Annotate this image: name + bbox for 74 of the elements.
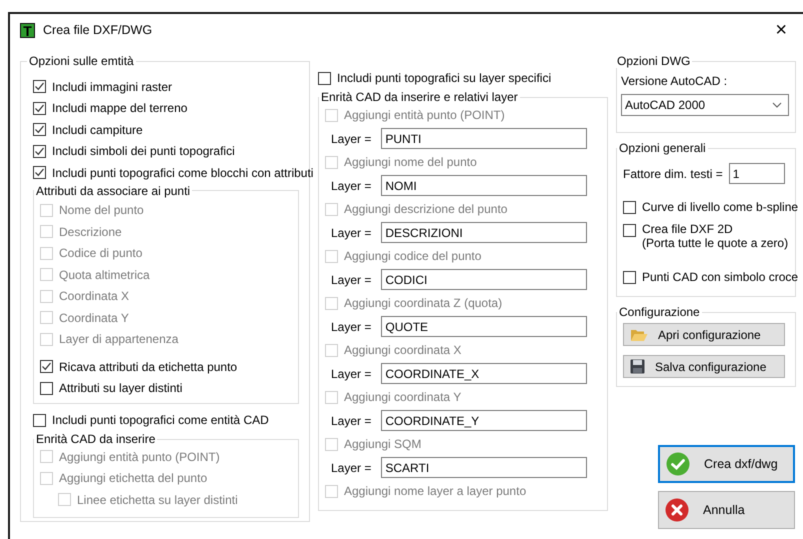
checkbox-label: Attributi su layer distinti <box>59 381 182 396</box>
checkbox-label: Aggiungi nome layer a layer punto <box>344 484 526 498</box>
group-title: Opzioni generali <box>618 141 707 155</box>
layer-label: Layer = <box>331 226 372 240</box>
version-dropdown[interactable]: AutoCAD 2000 <box>621 94 789 116</box>
group-title: Enrità CAD da inserire e relativi layer <box>320 90 519 104</box>
checkbox[interactable] <box>33 102 46 115</box>
checkbox-label: Descrizione <box>59 224 122 239</box>
layer-label: Layer = <box>331 320 372 334</box>
chevron-down-icon <box>772 102 782 108</box>
layer-label: Layer = <box>331 178 372 192</box>
close-button[interactable]: × <box>769 20 793 40</box>
checkbox-label: Aggiungi coordinata Y <box>344 390 462 404</box>
checkbox[interactable] <box>623 200 636 214</box>
checkbox[interactable] <box>33 80 46 94</box>
checkbox-label: Includi punti topografici su layer specifici <box>337 71 552 85</box>
version-label: Versione AutoCAD : <box>621 74 728 88</box>
layer-label: Layer = <box>331 460 372 474</box>
checkbox-label: Aggiungi codice del punto <box>344 249 482 263</box>
group-title: Enrità CAD da inserire <box>35 432 156 446</box>
checkbox-note: (Porta tutte le quote a zero) <box>642 236 788 250</box>
checkbox-label: Punti CAD con simbolo croce <box>642 270 798 284</box>
checkbox[interactable] <box>318 72 331 84</box>
checkbox-label: Quota altimetrica <box>59 268 150 282</box>
configuration-button[interactable]: Apri configurazione <box>623 323 785 346</box>
checkbox-label: Aggiungi SQM <box>344 437 422 451</box>
factor-label: Fattore dim. testi = <box>623 166 723 180</box>
configuration-button[interactable]: Salva configurazione <box>623 355 785 378</box>
layer-label: Layer = <box>331 272 372 286</box>
checkbox-label: Linee etichetta su layer distinti <box>77 492 238 507</box>
window-title: Crea file DXF/DWG <box>43 23 154 37</box>
checkbox-label: Includi punti topografici come entità CAD <box>52 413 269 427</box>
checkbox[interactable] <box>33 123 46 136</box>
checkbox[interactable] <box>40 360 53 374</box>
checkbox-label: Includi punti topografici come blocchi con attributi <box>52 166 314 180</box>
checkbox-label: Coordinata Y <box>59 310 129 325</box>
checkbox-label: Includi simboli dei punti topografici <box>52 144 235 158</box>
checkbox-label: Layer di appartenenza <box>59 332 178 346</box>
checkbox-label: Ricava attributi da etichetta punto <box>59 360 238 374</box>
checkbox-label: Curve di livello come b-spline <box>642 200 798 214</box>
checkbox-label: Aggiungi nome del punto <box>344 155 477 169</box>
close-circle-icon <box>665 498 689 522</box>
checkbox-label: Crea file DXF 2D <box>642 222 734 236</box>
cancel-button[interactable]: Annulla <box>658 491 795 529</box>
checkbox-label: Aggiungi coordinata Z (quota) <box>344 296 502 310</box>
checkbox-label: Codice di punto <box>59 246 142 260</box>
checkbox[interactable] <box>33 166 46 180</box>
checkbox[interactable] <box>623 224 636 237</box>
checkbox[interactable] <box>33 414 46 426</box>
group-title: Attributi da associare ai punti <box>35 184 192 198</box>
checkbox-label: Aggiungi entità punto (POINT) <box>344 108 505 122</box>
factor-field[interactable]: 1 <box>728 163 785 184</box>
check-circle-icon <box>666 452 690 476</box>
create-button[interactable]: Crea dxf/dwg <box>658 445 795 483</box>
checkbox[interactable] <box>40 382 53 395</box>
checkbox-label: Includi immagini raster <box>52 80 172 94</box>
checkbox-label: Aggiungi entità punto (POINT) <box>59 450 220 464</box>
checkbox-label: Nome del punto <box>59 203 144 218</box>
folder-icon <box>630 327 648 342</box>
layer-label: Layer = <box>331 132 372 146</box>
group-title: Configurazione <box>618 305 701 319</box>
layer-label: Layer = <box>331 366 372 380</box>
checkbox-label: Aggiungi descrizione del punto <box>344 202 508 216</box>
checkbox-label: Includi mappe del terreno <box>52 101 188 116</box>
group-title: Opzioni DWG <box>616 54 692 68</box>
app-logo: T <box>20 22 35 38</box>
checkbox[interactable] <box>33 144 46 158</box>
checkbox-label: Aggiungi etichetta del punto <box>59 471 208 486</box>
group-title: Opzioni sulle emtità <box>28 54 135 68</box>
checkbox-label: Coordinata X <box>59 289 130 304</box>
checkbox-label: Includi campiture <box>52 122 143 137</box>
layer-label: Layer = <box>331 414 372 428</box>
checkbox[interactable] <box>623 270 636 284</box>
checkbox-label: Aggiungi coordinata X <box>344 343 462 357</box>
